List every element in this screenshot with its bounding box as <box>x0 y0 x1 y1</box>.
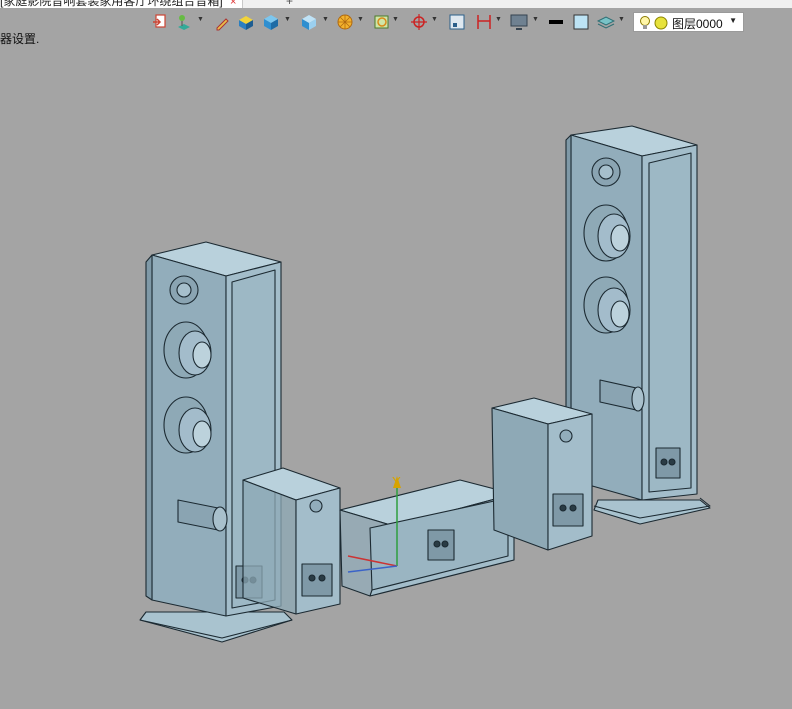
axis-y-label: Y <box>392 474 401 489</box>
terminal-plate-icon <box>655 447 681 479</box>
3d-viewport[interactable]: Y <box>0 0 792 709</box>
center-channel-speaker[interactable] <box>339 479 515 597</box>
terminal-plate-icon <box>552 493 584 527</box>
terminal-plate-icon <box>301 563 333 597</box>
left-satellite-speaker[interactable] <box>242 467 341 615</box>
right-satellite-speaker[interactable] <box>491 397 593 551</box>
terminal-plate-icon <box>427 529 455 561</box>
